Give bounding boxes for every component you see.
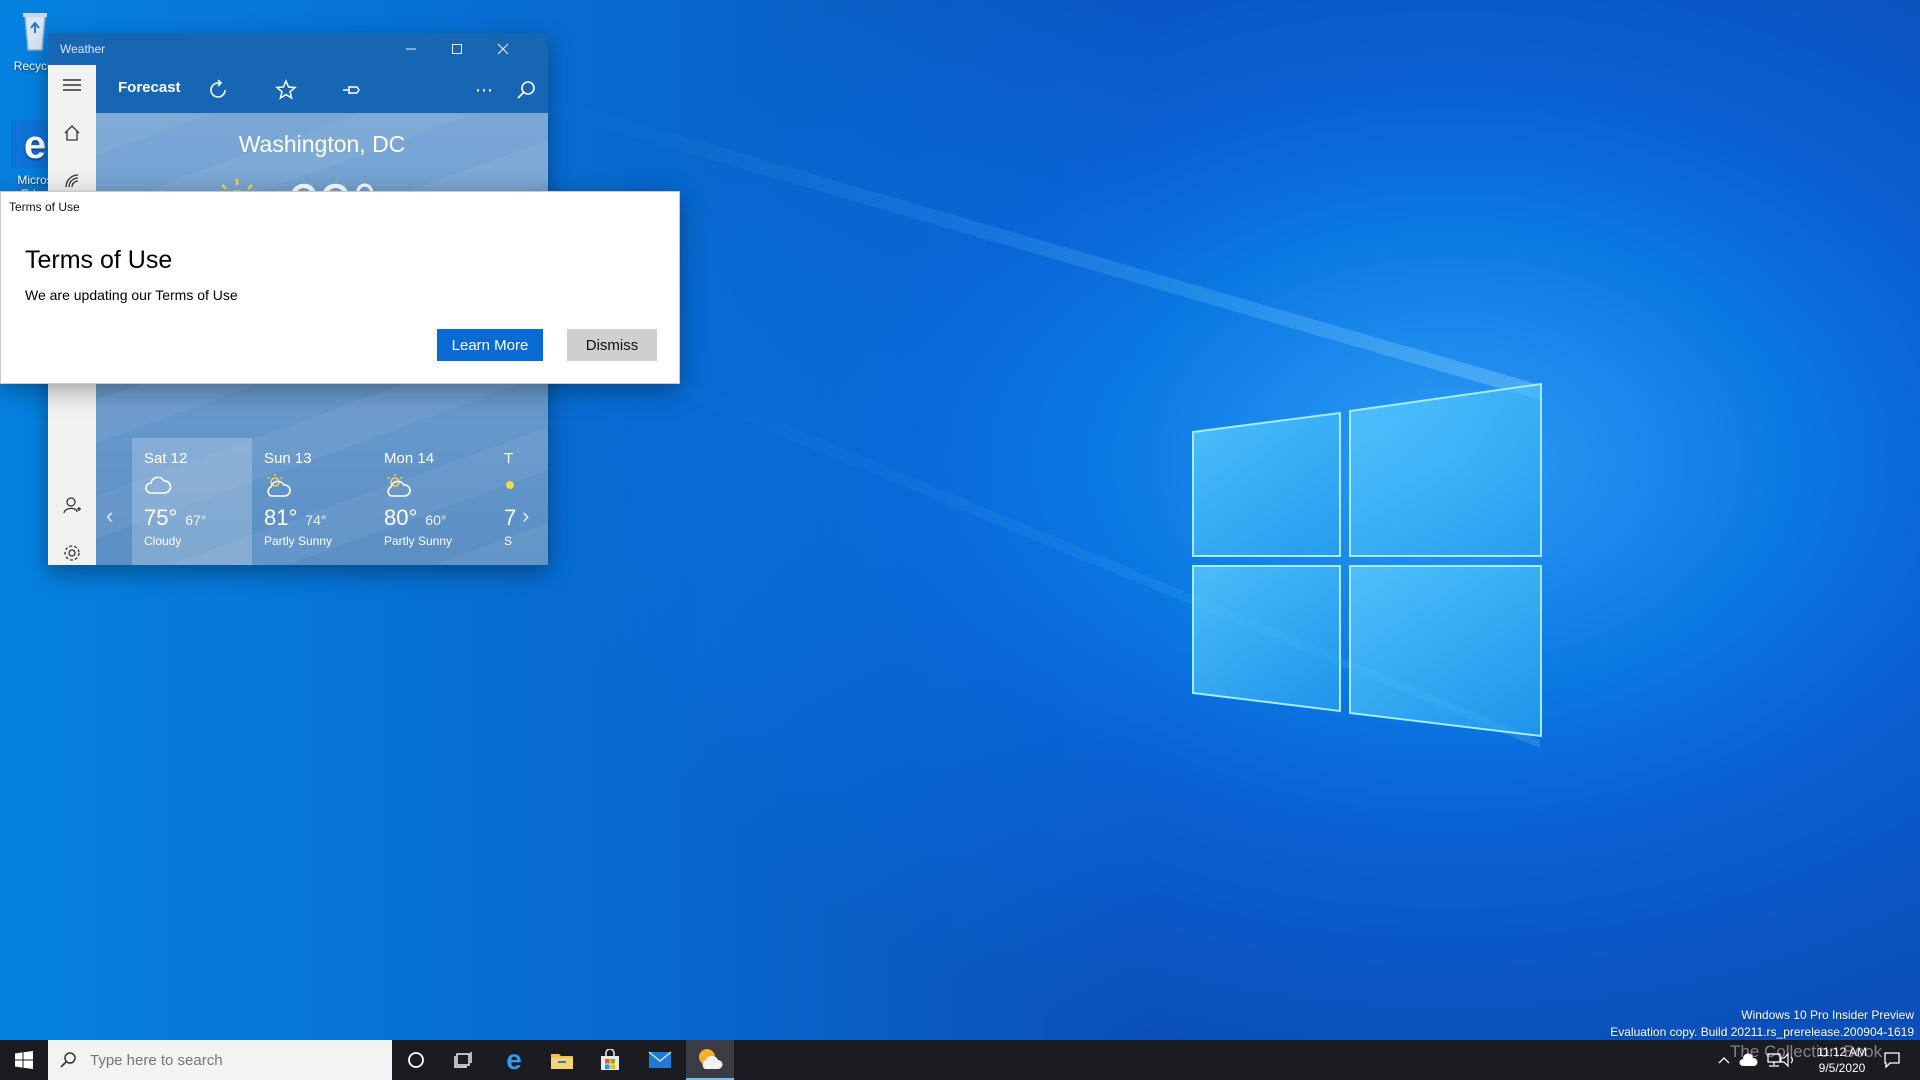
refresh-button[interactable] bbox=[200, 73, 236, 107]
daily-forecast-strip: Sat 12 75° 67° Cloudy Sun 13 81° 74° Partl… bbox=[96, 438, 548, 565]
search-icon bbox=[517, 81, 535, 99]
notification-icon bbox=[1884, 1052, 1900, 1069]
high-temp: 81° bbox=[264, 505, 298, 530]
low-temp: 60° bbox=[425, 512, 447, 528]
sidebar-item-home[interactable] bbox=[48, 113, 96, 153]
day-card[interactable]: T 7 S bbox=[492, 438, 548, 565]
folder-icon bbox=[551, 1054, 573, 1069]
day-card[interactable]: Sun 13 81° 74° Partly Sunny bbox=[252, 438, 372, 565]
dark-mode-button[interactable] bbox=[402, 73, 438, 107]
terms-dialog: Terms of Use Terms of Use We are updatin… bbox=[0, 191, 680, 384]
taskbar-app-weather[interactable] bbox=[686, 1040, 734, 1080]
scroll-left-button[interactable]: ‹ bbox=[106, 503, 113, 529]
taskbar-app-mail[interactable] bbox=[636, 1040, 684, 1080]
dismiss-button[interactable]: Dismiss bbox=[567, 329, 657, 361]
star-icon bbox=[275, 79, 297, 100]
store-icon bbox=[601, 1049, 619, 1070]
gear-icon bbox=[64, 545, 80, 561]
location-name: Washington, DC bbox=[238, 131, 406, 157]
condition: Cloudy bbox=[144, 534, 182, 548]
hamburger-icon bbox=[63, 79, 81, 91]
windows-start-icon bbox=[15, 1051, 33, 1069]
chevron-up-icon bbox=[1718, 1057, 1730, 1064]
search-button[interactable] bbox=[508, 73, 544, 107]
learn-more-button[interactable]: Learn More bbox=[437, 329, 543, 361]
svg-text:e: e bbox=[506, 1047, 522, 1073]
window-title: Weather bbox=[60, 42, 106, 56]
svg-text:e: e bbox=[24, 123, 46, 167]
high-temp: 80° bbox=[384, 505, 418, 530]
weather-app-icon bbox=[699, 1049, 723, 1069]
hamburger-button[interactable] bbox=[48, 65, 96, 105]
scroll-right-button[interactable]: › bbox=[522, 503, 529, 529]
refresh-icon bbox=[210, 79, 226, 98]
low-temp: 67° bbox=[185, 512, 207, 528]
dialog-title: Terms of Use bbox=[25, 246, 173, 274]
title-bar[interactable]: Weather bbox=[48, 33, 548, 65]
sidebar-item-account[interactable] bbox=[48, 485, 96, 525]
high-temp: 7 bbox=[504, 505, 517, 530]
partly-sunny-icon bbox=[387, 474, 411, 497]
condition: Partly Sunny bbox=[264, 534, 333, 548]
day-name: Mon 14 bbox=[384, 450, 435, 467]
minimize-icon bbox=[406, 48, 416, 50]
tab-forecast[interactable]: Forecast bbox=[118, 79, 181, 96]
minimize-button[interactable] bbox=[388, 33, 434, 65]
day-name: Sat 12 bbox=[144, 450, 188, 467]
pin-icon bbox=[343, 86, 360, 94]
cloud-icon bbox=[145, 476, 172, 494]
cortana-icon bbox=[408, 1052, 424, 1068]
evaluation-watermark: Windows 10 Pro Insider Preview Evaluatio… bbox=[1610, 1007, 1914, 1041]
sunny-icon bbox=[506, 481, 514, 489]
home-icon bbox=[64, 125, 80, 141]
low-temp: 74° bbox=[305, 512, 327, 528]
close-icon bbox=[497, 43, 509, 55]
day-name: T bbox=[504, 450, 514, 467]
taskbar-app-file-explorer[interactable] bbox=[538, 1040, 586, 1080]
high-temp: 75° bbox=[144, 505, 178, 530]
maximize-button[interactable] bbox=[434, 33, 480, 65]
cortana-button[interactable] bbox=[392, 1040, 440, 1080]
dialog-message: We are updating our Terms of Use bbox=[25, 287, 238, 303]
sidebar-item-settings[interactable] bbox=[48, 533, 96, 565]
favorite-button[interactable] bbox=[268, 73, 304, 107]
taskbar: e 11:12 AM 9/5/2020 bbox=[0, 1040, 1920, 1080]
task-view-icon bbox=[454, 1052, 472, 1068]
search-input[interactable] bbox=[88, 1050, 368, 1070]
dialog-caption: Terms of Use bbox=[9, 200, 80, 214]
day-card[interactable]: Mon 14 80° 60° Partly Sunny bbox=[372, 438, 492, 565]
mail-icon bbox=[648, 1051, 672, 1068]
day-name: Sun 13 bbox=[264, 450, 312, 467]
taskbar-search[interactable] bbox=[48, 1040, 392, 1080]
more-icon: ⋯ bbox=[475, 79, 493, 100]
collection-book-watermark: The Collection Book bbox=[1730, 1042, 1883, 1061]
pin-button[interactable] bbox=[334, 73, 370, 107]
moon-icon bbox=[418, 82, 426, 98]
radar-icon bbox=[65, 174, 79, 188]
taskbar-app-edge[interactable]: e bbox=[490, 1040, 538, 1080]
more-button[interactable]: ⋯ bbox=[466, 73, 502, 107]
edge-icon: e bbox=[506, 1047, 522, 1073]
watermark-line: Evaluation copy. Build 20211.rs_prerelea… bbox=[1610, 1025, 1914, 1039]
search-icon bbox=[48, 1040, 88, 1080]
command-bar: Forecast ⋯ bbox=[96, 65, 548, 113]
condition: S bbox=[504, 534, 513, 548]
start-button[interactable] bbox=[0, 1040, 48, 1080]
windows-logo-icon bbox=[1192, 382, 1542, 738]
maximize-icon bbox=[452, 44, 462, 54]
day-card[interactable]: Sat 12 75° 67° Cloudy bbox=[132, 438, 252, 565]
close-button[interactable] bbox=[480, 33, 526, 65]
watermark-line: Windows 10 Pro Insider Preview bbox=[1741, 1008, 1914, 1022]
condition: Partly Sunny bbox=[384, 534, 453, 548]
taskbar-app-store[interactable] bbox=[586, 1040, 634, 1080]
task-view-button[interactable] bbox=[440, 1040, 488, 1080]
partly-sunny-icon bbox=[267, 474, 291, 497]
person-add-icon bbox=[63, 497, 81, 514]
